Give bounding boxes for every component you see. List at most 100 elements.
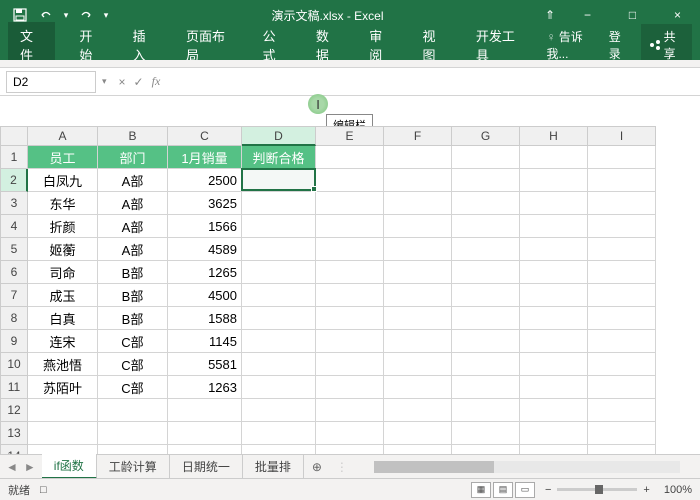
cell[interactable] bbox=[316, 399, 384, 422]
cell[interactable] bbox=[588, 445, 656, 454]
zoom-slider[interactable] bbox=[557, 488, 637, 491]
formula-input[interactable] bbox=[166, 71, 700, 93]
col-header-I[interactable]: I bbox=[588, 126, 656, 146]
cell[interactable]: 燕池悟 bbox=[28, 353, 98, 376]
row-header[interactable]: 6 bbox=[0, 261, 28, 284]
cell[interactable] bbox=[520, 192, 588, 215]
zoom-out-button[interactable]: − bbox=[545, 484, 551, 496]
cell[interactable] bbox=[168, 399, 242, 422]
sheet-nav-prev-icon[interactable]: ◄ bbox=[6, 460, 18, 474]
cell[interactable] bbox=[242, 376, 316, 399]
login-link[interactable]: 登录 bbox=[609, 28, 630, 62]
cell[interactable] bbox=[452, 399, 520, 422]
row-header[interactable]: 11 bbox=[0, 376, 28, 399]
cell[interactable] bbox=[384, 307, 452, 330]
cell[interactable] bbox=[316, 353, 384, 376]
cell[interactable] bbox=[452, 146, 520, 169]
cell[interactable]: A部 bbox=[98, 215, 168, 238]
row-header[interactable]: 12 bbox=[0, 399, 28, 422]
cell[interactable] bbox=[452, 445, 520, 454]
cell[interactable]: 白凤九 bbox=[28, 169, 98, 192]
cell[interactable] bbox=[28, 422, 98, 445]
cell[interactable] bbox=[520, 445, 588, 454]
cell[interactable] bbox=[520, 307, 588, 330]
cell[interactable] bbox=[242, 330, 316, 353]
view-pagebreak-button[interactable]: ▭ bbox=[515, 482, 535, 498]
cell[interactable] bbox=[384, 284, 452, 307]
col-header-D[interactable]: D bbox=[242, 126, 316, 146]
zoom-percent[interactable]: 100% bbox=[664, 484, 692, 496]
row-header[interactable]: 14 bbox=[0, 445, 28, 454]
cell[interactable] bbox=[242, 399, 316, 422]
cell[interactable] bbox=[520, 399, 588, 422]
cell[interactable] bbox=[452, 330, 520, 353]
cell[interactable] bbox=[316, 376, 384, 399]
cell[interactable] bbox=[98, 422, 168, 445]
cell[interactable]: 1263 bbox=[168, 376, 242, 399]
fx-button[interactable]: fx bbox=[152, 74, 161, 89]
macro-record-icon[interactable]: □ bbox=[40, 484, 47, 496]
row-header[interactable]: 2 bbox=[0, 169, 28, 192]
row-header[interactable]: 4 bbox=[0, 215, 28, 238]
cell[interactable] bbox=[316, 422, 384, 445]
col-header-C[interactable]: C bbox=[168, 126, 242, 146]
cell[interactable]: 姬蘅 bbox=[28, 238, 98, 261]
cell[interactable] bbox=[28, 445, 98, 454]
view-normal-button[interactable]: ▦ bbox=[471, 482, 491, 498]
cell[interactable] bbox=[588, 261, 656, 284]
cell[interactable] bbox=[588, 238, 656, 261]
col-header-E[interactable]: E bbox=[316, 126, 384, 146]
cell[interactable]: 1265 bbox=[168, 261, 242, 284]
cell[interactable]: 1566 bbox=[168, 215, 242, 238]
row-header[interactable]: 13 bbox=[0, 422, 28, 445]
cell[interactable]: 白真 bbox=[28, 307, 98, 330]
cell[interactable]: C部 bbox=[98, 330, 168, 353]
cell[interactable]: A部 bbox=[98, 192, 168, 215]
cell[interactable] bbox=[520, 146, 588, 169]
row-header[interactable]: 10 bbox=[0, 353, 28, 376]
cell[interactable]: B部 bbox=[98, 307, 168, 330]
cell[interactable] bbox=[316, 284, 384, 307]
cell[interactable] bbox=[168, 422, 242, 445]
cell[interactable] bbox=[242, 261, 316, 284]
cell[interactable] bbox=[520, 169, 588, 192]
sheet-tab-date[interactable]: 日期统一 bbox=[170, 455, 243, 478]
cell[interactable] bbox=[588, 169, 656, 192]
cell[interactable] bbox=[520, 330, 588, 353]
cell[interactable]: 苏陌叶 bbox=[28, 376, 98, 399]
cell[interactable] bbox=[588, 353, 656, 376]
cell[interactable]: C部 bbox=[98, 376, 168, 399]
cell[interactable] bbox=[316, 445, 384, 454]
cell[interactable] bbox=[452, 192, 520, 215]
cell[interactable] bbox=[588, 399, 656, 422]
cell[interactable]: 司命 bbox=[28, 261, 98, 284]
cell[interactable]: C部 bbox=[98, 353, 168, 376]
col-header-H[interactable]: H bbox=[520, 126, 588, 146]
sheet-tab-if[interactable]: if函数 bbox=[42, 454, 97, 479]
cell[interactable] bbox=[242, 307, 316, 330]
col-header-A[interactable]: A bbox=[28, 126, 98, 146]
row-header[interactable]: 9 bbox=[0, 330, 28, 353]
cell[interactable]: 员工 bbox=[28, 146, 98, 169]
cell[interactable] bbox=[520, 261, 588, 284]
cell[interactable] bbox=[384, 422, 452, 445]
cell[interactable]: 部门 bbox=[98, 146, 168, 169]
cell[interactable] bbox=[384, 238, 452, 261]
qat-dropdown-icon[interactable]: ▾ bbox=[60, 3, 72, 27]
cell[interactable] bbox=[384, 192, 452, 215]
cell[interactable] bbox=[242, 192, 316, 215]
cell[interactable] bbox=[384, 146, 452, 169]
cell[interactable] bbox=[452, 169, 520, 192]
cell[interactable] bbox=[98, 445, 168, 454]
name-box[interactable] bbox=[6, 71, 96, 93]
cell[interactable] bbox=[316, 192, 384, 215]
name-box-dropdown-icon[interactable]: ▾ bbox=[102, 76, 113, 87]
cell[interactable]: B部 bbox=[98, 261, 168, 284]
cell[interactable] bbox=[384, 445, 452, 454]
cell[interactable] bbox=[242, 284, 316, 307]
cell[interactable] bbox=[242, 422, 316, 445]
col-header-F[interactable]: F bbox=[384, 126, 452, 146]
cell[interactable] bbox=[588, 192, 656, 215]
cell[interactable]: 3625 bbox=[168, 192, 242, 215]
cell[interactable] bbox=[520, 353, 588, 376]
